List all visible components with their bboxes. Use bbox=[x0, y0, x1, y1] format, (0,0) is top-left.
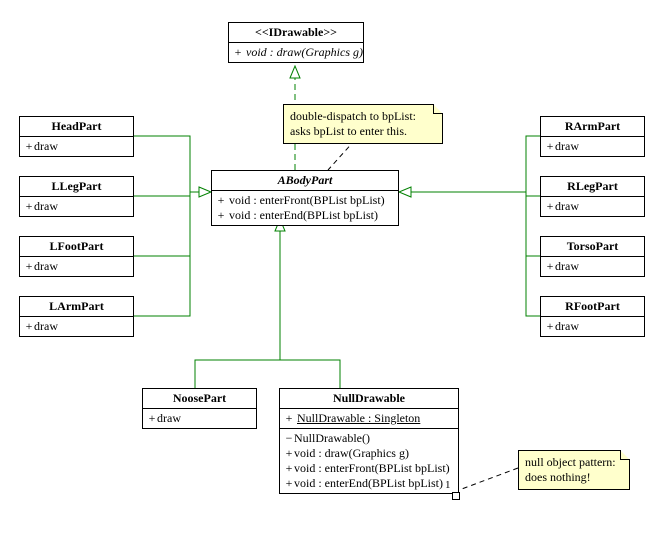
member-enterfront: + void : enterFront(BPList bpList) bbox=[216, 193, 394, 208]
class-idrawable: <<IDrawable>> + void : draw(Graphics g) bbox=[228, 22, 364, 63]
attr-singleton: + NullDrawable : Singleton bbox=[284, 411, 454, 426]
note-double-dispatch: double-dispatch to bpList: asks bpList t… bbox=[283, 104, 443, 144]
class-noosepart: NoosePart +draw bbox=[142, 388, 257, 429]
member-enterend: + void : enterEnd(BPList bpList) bbox=[216, 208, 394, 223]
class-idrawable-title: <<IDrawable>> bbox=[229, 23, 363, 43]
class-headpart: HeadPart +draw bbox=[19, 116, 134, 157]
stereotype-label: <<IDrawable>> bbox=[255, 25, 337, 39]
class-rfootpart: RFootPart +draw bbox=[540, 296, 645, 337]
class-lfootpart: LFootPart +draw bbox=[19, 236, 134, 277]
class-nulldrawable: NullDrawable + NullDrawable : Singleton … bbox=[279, 388, 459, 494]
member-draw: + void : draw(Graphics g) bbox=[233, 45, 359, 60]
class-llegpart: LLegPart +draw bbox=[19, 176, 134, 217]
class-abodypart: ABodyPart + void : enterFront(BPList bpL… bbox=[211, 170, 399, 226]
class-rarmpart: RArmPart +draw bbox=[540, 116, 645, 157]
qualifier-box bbox=[452, 492, 460, 500]
class-larmpart: LArmPart +draw bbox=[19, 296, 134, 337]
class-torsopart: TorsoPart +draw bbox=[540, 236, 645, 277]
class-rlegpart: RLegPart +draw bbox=[540, 176, 645, 217]
multiplicity-null: 1 bbox=[445, 479, 451, 491]
note-null-object: null object pattern: does nothing! bbox=[518, 450, 630, 490]
class-abodypart-title: ABodyPart bbox=[212, 171, 398, 191]
